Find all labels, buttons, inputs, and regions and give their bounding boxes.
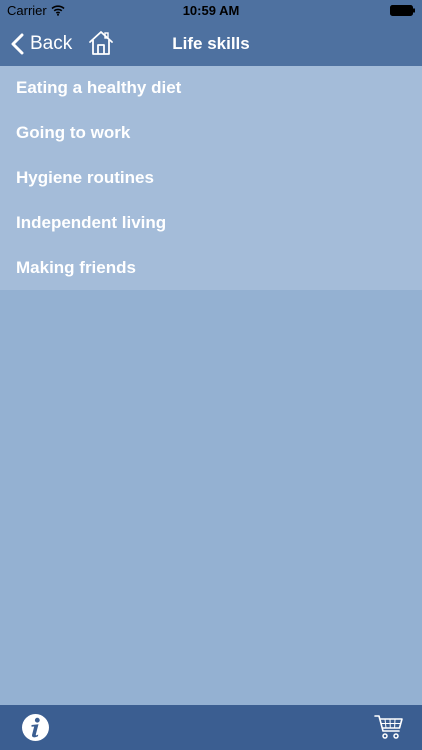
status-time: 10:59 AM (182, 3, 240, 18)
bottom-toolbar (0, 705, 422, 750)
back-label: Back (30, 33, 73, 54)
menu-item-hygiene-routines[interactable]: Hygiene routines (0, 156, 422, 201)
menu-item-independent-living[interactable]: Independent living (0, 200, 422, 245)
status-bar: Carrier 10:59 AM (0, 0, 422, 22)
menu-item-eating-healthy-diet[interactable]: Eating a healthy diet (0, 66, 422, 111)
page-title: Life skills (172, 34, 250, 53)
menu-list: Eating a healthy diet Going to work Hygi… (0, 66, 422, 290)
chevron-left-icon (11, 33, 24, 55)
battery-icon (390, 5, 415, 16)
info-icon[interactable] (21, 713, 50, 742)
shopping-cart-icon[interactable] (374, 714, 404, 740)
menu-item-making-friends[interactable]: Making friends (0, 245, 422, 290)
top-bar: Carrier 10:59 AM Back Life skills (0, 0, 422, 66)
nav-bar: Back Life skills (0, 22, 422, 66)
menu-item-going-to-work[interactable]: Going to work (0, 111, 422, 156)
back-button[interactable]: Back (11, 31, 72, 57)
home-icon[interactable] (88, 30, 114, 56)
